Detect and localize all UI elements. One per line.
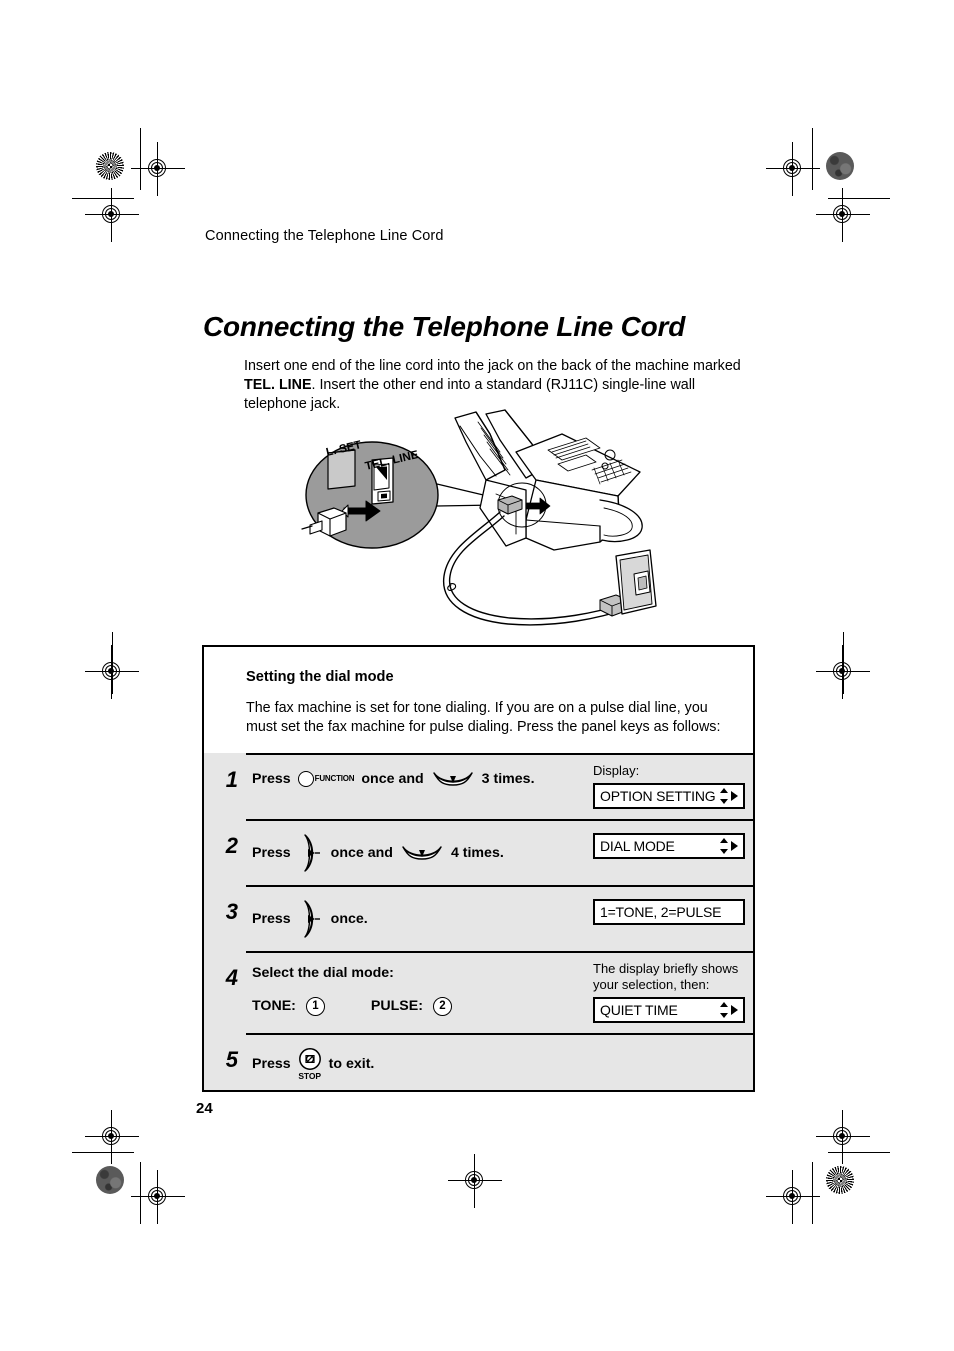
procedure-header: Setting the dial mode The fax machine is…	[204, 647, 753, 753]
page-title: Connecting the Telephone Line Cord	[203, 310, 686, 342]
step-divider	[246, 819, 753, 821]
registration-target-bottom-right-outer	[816, 1110, 870, 1164]
step-divider	[246, 951, 753, 953]
step-number: 3	[225, 899, 238, 924]
step-instruction: Press FUNCTION once and 3 times.	[246, 753, 593, 819]
lcd-display: QUIET TIME	[593, 997, 745, 1023]
step-number: 5	[225, 1047, 238, 1072]
crop-line-mid-left-vertical	[112, 632, 113, 694]
procedure-step-1: 1 Press FUNCTION once and 3 times. Displ…	[204, 753, 753, 819]
crop-line-mid-right-vertical	[843, 632, 844, 694]
step-display: Display: OPTION SETTING	[593, 753, 753, 819]
crop-line-top-right-vertical	[812, 128, 813, 190]
registration-target-bottom-right-inner	[766, 1170, 820, 1224]
step-number: 4	[225, 965, 238, 990]
step-instruction: Press once and 4 times.	[246, 819, 593, 885]
registration-star-blob-top-left	[96, 152, 124, 180]
step-text: Press	[252, 845, 291, 861]
step-text-2: once and	[330, 845, 393, 861]
dial-mode-options: TONE: 1 PULSE: 2	[252, 996, 593, 1016]
registration-blob-bottom-left	[96, 1166, 124, 1194]
lcd-text: DIAL MODE	[600, 838, 675, 854]
procedure-step-4: 4 Select the dial mode: TONE: 1 PULSE: 2…	[204, 951, 753, 1033]
procedure-step-3: 3 Press once. 1=TONE, 2=PULSE	[204, 885, 753, 951]
crop-line-bottom-right-horizontal	[828, 1152, 890, 1153]
step-display: DIAL MODE	[593, 819, 753, 885]
intro-text-bold: TEL. LINE	[244, 377, 312, 394]
stop-key-icon[interactable]: STOP	[298, 1047, 322, 1081]
running-head: Connecting the Telephone Line Cord	[205, 228, 444, 244]
function-key-label: FUNCTION	[314, 774, 355, 783]
lcd-text: QUIET TIME	[600, 1002, 678, 1018]
lcd-text: OPTION SETTING	[600, 788, 716, 804]
tone-label: TONE:	[252, 998, 296, 1014]
lcd-display: DIAL MODE	[593, 833, 745, 859]
tone-key-1[interactable]: 1	[305, 996, 325, 1016]
step-divider	[246, 753, 753, 755]
lcd-display: OPTION SETTING	[593, 783, 745, 809]
crop-line-bottom-right-vertical	[812, 1162, 813, 1224]
right-arrow-key-icon[interactable]	[298, 899, 324, 939]
manual-page: Connecting the Telephone Line Cord Conne…	[0, 0, 954, 1351]
step-instruction: Press STOP to exit.	[246, 1033, 593, 1093]
down-arrow-key-icon[interactable]	[400, 842, 444, 864]
step-number: 1	[225, 767, 238, 792]
step-text: Press	[252, 911, 291, 927]
step-instruction: Press once.	[246, 885, 593, 951]
registration-target-top-right-outer	[816, 188, 870, 242]
registration-target-top-left-outer	[85, 188, 139, 242]
procedure-step-5: 5 Press STOP to exit.	[204, 1033, 753, 1093]
step-display: The display briefly shows your selection…	[593, 951, 753, 1033]
step-divider	[246, 1033, 753, 1035]
down-arrow-key-icon[interactable]	[431, 768, 475, 790]
step-display: 1=TONE, 2=PULSE	[593, 885, 753, 951]
step-text: Select the dial mode:	[252, 965, 394, 981]
registration-target-bottom-left-outer	[85, 1110, 139, 1164]
display-caption: The display briefly shows your selection…	[593, 961, 739, 992]
lcd-text: 1=TONE, 2=PULSE	[600, 904, 722, 920]
display-caption: Display:	[593, 763, 640, 778]
step-text-3: 4 times.	[450, 845, 504, 861]
pulse-key-2[interactable]: 2	[432, 996, 452, 1016]
procedure-heading: Setting the dial mode	[246, 669, 394, 685]
procedure-description: The fax machine is set for tone dialing.…	[246, 700, 721, 735]
lcd-arrows-icon	[719, 1001, 739, 1019]
step-display	[593, 1033, 753, 1093]
crop-line-bottom-left-horizontal	[72, 1152, 134, 1153]
step-number: 2	[225, 833, 238, 858]
lcd-display: 1=TONE, 2=PULSE	[593, 899, 745, 925]
step-text: Press	[252, 1055, 291, 1072]
step-text: Press	[252, 771, 291, 787]
registration-target-bottom-center	[448, 1154, 502, 1208]
right-arrow-key-icon[interactable]	[298, 833, 324, 873]
step-text-2: once.	[330, 911, 368, 927]
function-key-circle	[297, 771, 314, 787]
registration-solid-blob-top-right	[826, 152, 854, 180]
pulse-label: PULSE:	[370, 998, 423, 1014]
step-divider	[246, 885, 753, 887]
registration-star-blob-bottom-right	[826, 1166, 854, 1194]
page-number: 24	[196, 1100, 213, 1117]
procedure-box: Setting the dial mode The fax machine is…	[202, 645, 755, 1092]
step-text-2: to exit.	[328, 1055, 375, 1072]
intro-text-before: Insert one end of the line cord into the…	[244, 358, 741, 375]
lcd-arrows-icon	[719, 837, 739, 855]
registration-target-bottom-left-inner	[131, 1170, 185, 1224]
step-instruction: Select the dial mode: TONE: 1 PULSE: 2	[246, 951, 593, 1033]
fax-machine-illustration: L. SET TEL. LINE	[300, 408, 662, 640]
intro-paragraph: Insert one end of the line cord into the…	[244, 357, 744, 414]
step-text-3: 3 times.	[481, 771, 535, 787]
registration-target-top-right-inner	[766, 142, 820, 196]
stop-key-label: STOP	[298, 1071, 321, 1081]
lcd-arrows-icon	[719, 787, 739, 805]
registration-target-top-left-inner	[131, 142, 185, 196]
function-key-icon[interactable]: FUNCTION	[297, 767, 355, 791]
step-text-2: once and	[361, 771, 424, 787]
procedure-step-2: 2 Press once and 4 times. DIAL MODE	[204, 819, 753, 885]
